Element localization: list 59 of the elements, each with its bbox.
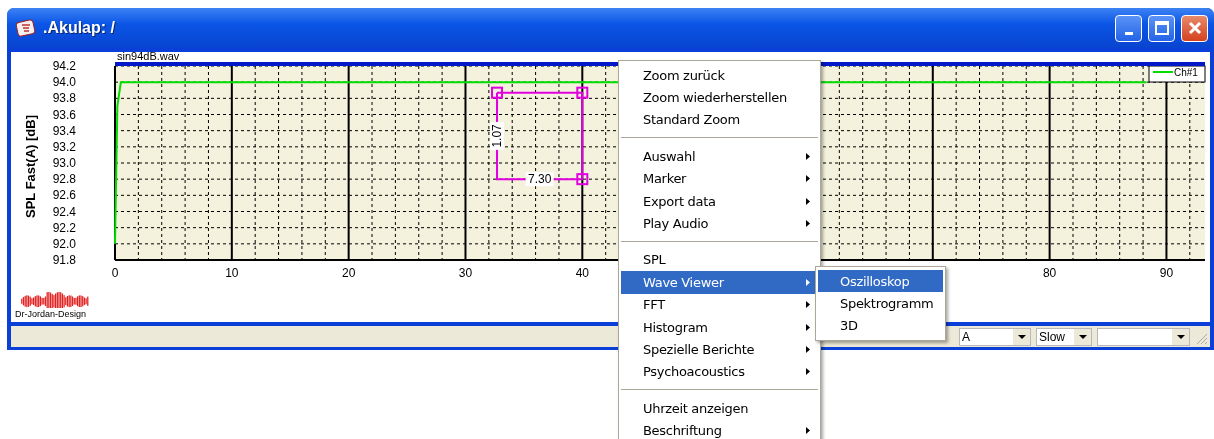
legend-label: Ch#1	[1174, 67, 1199, 78]
y-tick-label: 93.2	[52, 139, 76, 154]
dropdown[interactable]: A	[959, 327, 1031, 346]
dropdown[interactable]: Slow	[1036, 327, 1092, 346]
x-tick-label: 20	[342, 266, 356, 280]
marker-dy-label: 1.07	[490, 124, 505, 148]
x-tick-label: 90	[1159, 266, 1174, 280]
chart-legend: Ch#1	[1148, 65, 1206, 83]
y-tick-label: 92.8	[52, 172, 76, 187]
dropdown-arrow-icon	[1017, 334, 1026, 339]
menu-item[interactable]: Beschriftung	[621, 419, 818, 439]
app-icon	[15, 18, 37, 38]
menu-item[interactable]: Zoom wiederherstellen	[621, 86, 818, 109]
chart-title: sin94dB.wav	[117, 52, 180, 62]
logo-text: Dr-Jordan-Design	[15, 309, 87, 319]
dropdown-arrow-icon	[1078, 334, 1087, 339]
y-tick-label: 92.6	[52, 188, 76, 203]
y-tick-label: 93.8	[52, 91, 76, 106]
menu-item[interactable]: Spezielle Berichte	[621, 338, 818, 361]
x-tick-label: 40	[575, 266, 589, 280]
menu-item[interactable]: Wave Viewer	[621, 271, 818, 294]
menu-item[interactable]: Play Audio	[621, 212, 818, 235]
y-tick-label: 91.8	[52, 253, 76, 267]
maximize-button[interactable]	[1148, 14, 1175, 42]
y-tick-label: 93.6	[52, 107, 76, 122]
close-icon	[1186, 20, 1203, 36]
menu-item[interactable]: Export data	[621, 189, 818, 213]
menu-item[interactable]: Spektrogramm	[818, 292, 943, 315]
y-tick-label: 92.4	[52, 204, 76, 219]
x-tick-label: 80	[1042, 266, 1057, 280]
y-tick-label: 92.2	[52, 220, 76, 235]
resize-grip-icon[interactable]	[1196, 333, 1208, 345]
dropdown-arrow-icon	[1176, 334, 1185, 339]
close-button[interactable]	[1181, 14, 1208, 42]
y-tick-label: 93.4	[52, 123, 76, 138]
maximize-icon	[1153, 20, 1170, 36]
y-tick-label: 94.0	[52, 75, 76, 90]
menu-item[interactable]: Standard Zoom	[621, 108, 818, 132]
menu-item[interactable]: Zoom zurück	[621, 64, 818, 87]
menu-item[interactable]: SPL	[621, 248, 818, 272]
y-axis-label: SPL Fast(A) [dB]	[23, 114, 39, 218]
menu-item[interactable]: Psychoacoustics	[621, 360, 818, 384]
menu-item[interactable]: Histogram	[621, 315, 818, 339]
marker-dx-label: 7.30	[528, 172, 552, 187]
menu-item[interactable]: Marker	[621, 167, 818, 190]
x-tick-label: 10	[225, 266, 239, 280]
menu-item[interactable]: Oszilloskop	[818, 270, 943, 293]
menu-item[interactable]: Uhrzeit anzeigen	[621, 397, 818, 420]
y-tick-label: 94.2	[52, 59, 76, 73]
window-title: .Akulap: /	[43, 19, 116, 37]
menu-item[interactable]: 3D	[818, 314, 943, 338]
menu-item[interactable]: FFT	[621, 293, 818, 316]
minimize-icon	[1124, 31, 1133, 35]
minimize-button[interactable]	[1115, 14, 1142, 42]
x-tick-label: 0	[111, 266, 119, 280]
y-tick-label: 93.0	[52, 156, 76, 170]
menu-item[interactable]: Auswahl	[621, 145, 818, 168]
x-tick-label: 30	[458, 266, 473, 280]
y-tick-label: 92.0	[52, 236, 76, 251]
